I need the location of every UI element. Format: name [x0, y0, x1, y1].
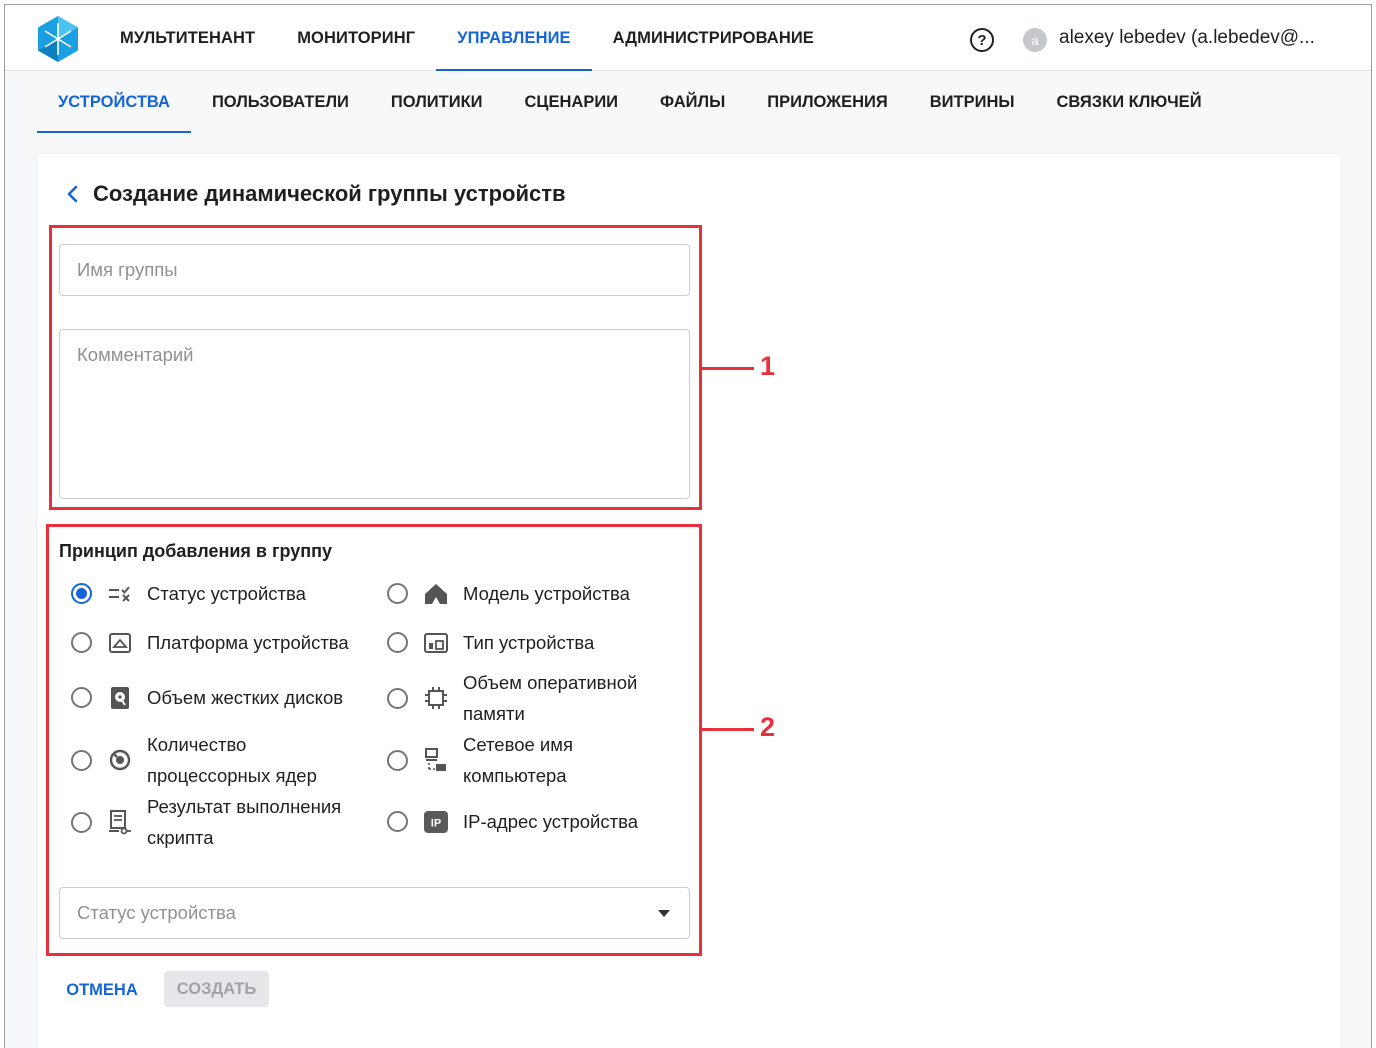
help-icon[interactable]: ? [970, 28, 994, 52]
logo-icon[interactable] [36, 15, 80, 63]
annotation-number-1: 1 [760, 351, 776, 381]
tab-files[interactable]: ФАЙЛЫ [639, 71, 746, 133]
cancel-button[interactable]: ОТМЕНА [65, 973, 139, 1007]
section-tabs: УСТРОЙСТВА ПОЛЬЗОВАТЕЛИ ПОЛИТИКИ СЦЕНАРИ… [5, 71, 1371, 133]
top-navigation-bar: МУЛЬТИТЕНАНТ МОНИТОРИНГ УПРАВЛЕНИЕ АДМИН… [5, 5, 1371, 71]
tab-showcases[interactable]: ВИТРИНЫ [909, 71, 1036, 133]
topnav-administration[interactable]: АДМИНИСТРИРОВАНИЕ [592, 5, 835, 71]
user-name[interactable]: alexey lebedev (a.lebedev@... [1059, 27, 1315, 49]
topnav-monitoring[interactable]: МОНИТОРИНГ [276, 5, 436, 71]
page-title: Создание динамической группы устройств [65, 181, 566, 207]
main-menu: МУЛЬТИТЕНАНТ МОНИТОРИНГ УПРАВЛЕНИЕ АДМИН… [99, 5, 835, 71]
page-title-text: Создание динамической группы устройств [93, 181, 566, 206]
chevron-left-icon[interactable] [65, 182, 87, 206]
avatar[interactable]: a [1023, 28, 1047, 52]
topnav-management[interactable]: УПРАВЛЕНИЕ [436, 5, 593, 71]
annotation-line-2 [702, 728, 754, 731]
tab-scenarios[interactable]: СЦЕНАРИИ [504, 71, 640, 133]
create-button[interactable]: СОЗДАТЬ [164, 971, 269, 1007]
tab-applications[interactable]: ПРИЛОЖЕНИЯ [746, 71, 908, 133]
app-window: МУЛЬТИТЕНАНТ МОНИТОРИНГ УПРАВЛЕНИЕ АДМИН… [4, 4, 1372, 1048]
annotation-line-1 [702, 367, 754, 370]
tab-devices[interactable]: УСТРОЙСТВА [37, 71, 191, 133]
tab-policies[interactable]: ПОЛИТИКИ [370, 71, 504, 133]
annotation-box-2 [46, 524, 702, 956]
tab-keychains[interactable]: СВЯЗКИ КЛЮЧЕЙ [1036, 71, 1223, 133]
annotation-number-2: 2 [760, 712, 776, 742]
tab-users[interactable]: ПОЛЬЗОВАТЕЛИ [191, 71, 370, 133]
annotation-box-1 [49, 225, 702, 510]
topnav-multitenant[interactable]: МУЛЬТИТЕНАНТ [99, 5, 276, 71]
